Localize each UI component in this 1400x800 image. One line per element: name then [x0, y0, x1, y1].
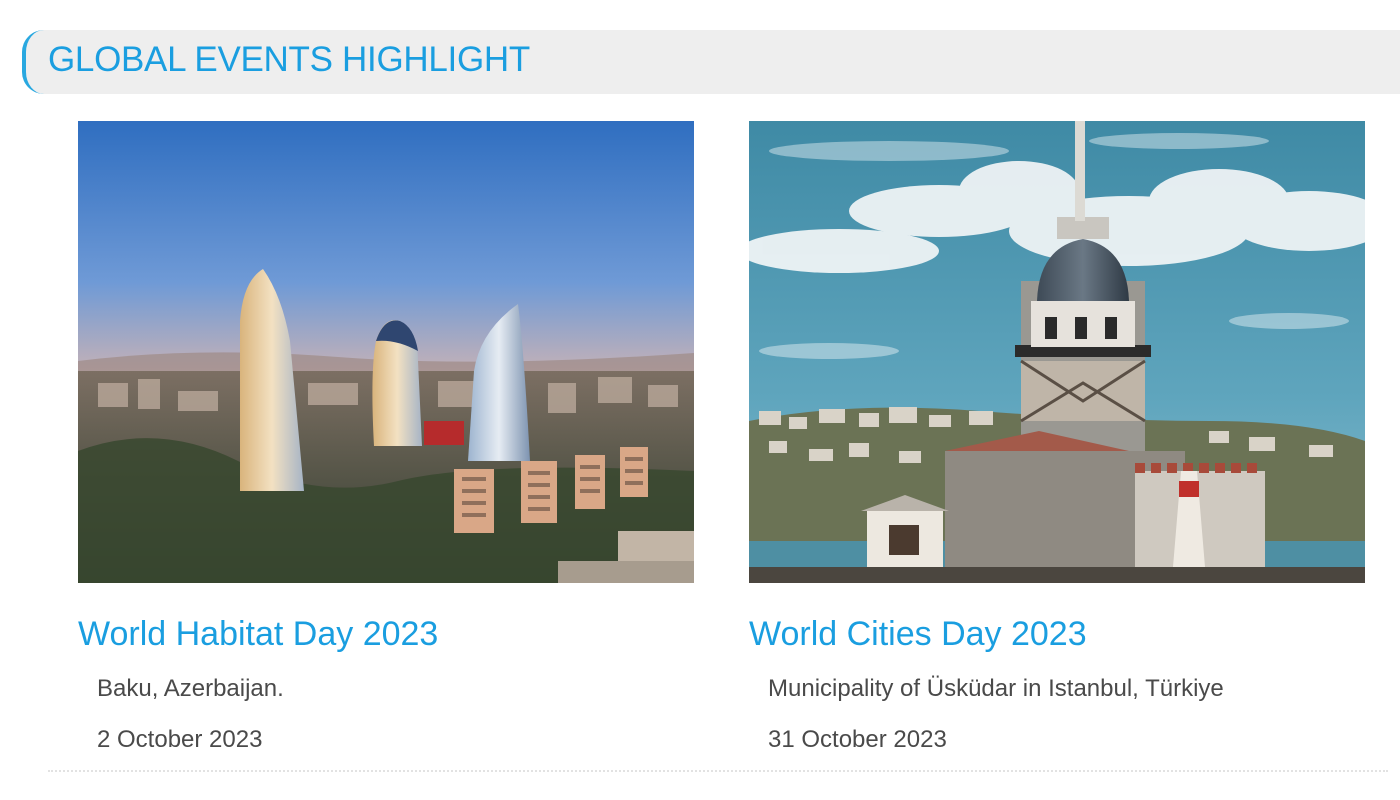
event-title-world-cities-day[interactable]: World Cities Day 2023	[749, 615, 1087, 654]
event-card-world-habitat-day: World Habitat Day 2023 Baku, Azerbaijan.…	[78, 121, 694, 761]
event-title-world-habitat-day[interactable]: World Habitat Day 2023	[78, 615, 438, 654]
baku-flame-towers-image[interactable]	[78, 121, 694, 583]
event-location: Municipality of Üsküdar in Istanbul, Tür…	[768, 675, 1224, 702]
event-card-world-cities-day: World Cities Day 2023 Municipality of Üs…	[749, 121, 1365, 761]
event-date: 31 October 2023	[768, 726, 947, 753]
section-header: GLOBAL EVENTS HIGHLIGHT	[22, 30, 1400, 94]
event-date: 2 October 2023	[97, 726, 263, 753]
event-location: Baku, Azerbaijan.	[97, 675, 284, 702]
maidens-tower-image[interactable]	[749, 121, 1365, 583]
section-title: GLOBAL EVENTS HIGHLIGHT	[48, 40, 530, 79]
divider	[48, 770, 1388, 772]
